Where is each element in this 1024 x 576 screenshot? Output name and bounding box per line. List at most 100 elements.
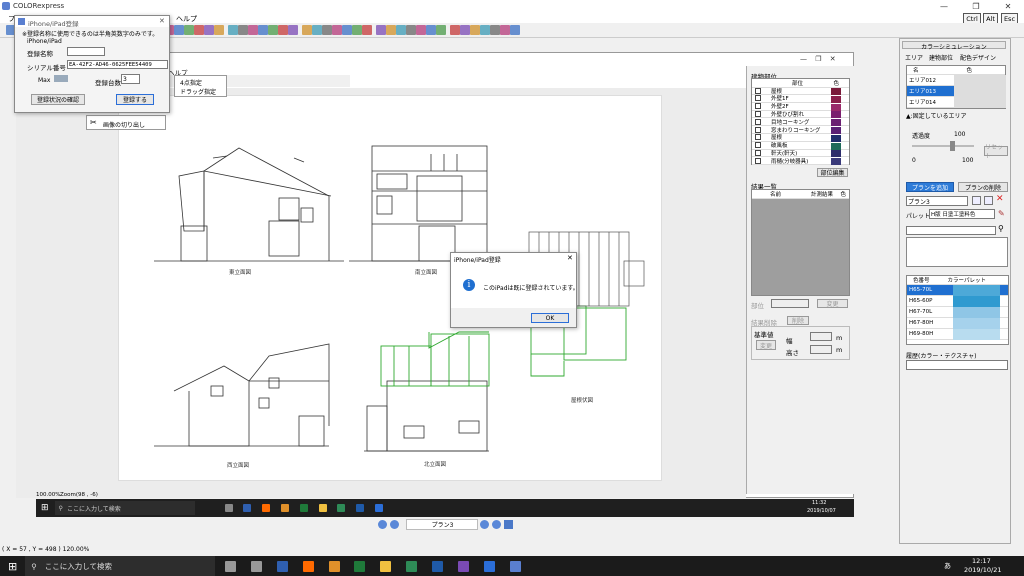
toolbar-tool-icon[interactable] xyxy=(238,25,248,35)
toolbar-tool-icon[interactable] xyxy=(268,25,278,35)
edit-parts-button[interactable]: 部位編集 xyxy=(817,168,848,177)
nav-prev-icon[interactable] xyxy=(390,520,399,529)
toolbar-tool-icon[interactable] xyxy=(460,25,470,35)
change-button[interactable]: 変更 xyxy=(817,299,848,308)
taskbar-search-box[interactable]: ⚲ ここに入力して検索 xyxy=(25,556,216,576)
tab-parts[interactable]: 建物部位 xyxy=(929,53,953,62)
toolbar-tool-icon[interactable] xyxy=(436,25,446,35)
parts-list-item[interactable]: 窓まわりコーキング xyxy=(752,126,849,134)
tab-design[interactable]: 配色デザイン xyxy=(960,53,996,62)
nav-first-icon[interactable] xyxy=(378,520,387,529)
ok-button[interactable]: OK xyxy=(531,313,569,323)
parts-list-item[interactable]: 屋根 xyxy=(752,87,849,95)
taskbar-app-icon[interactable] xyxy=(302,560,314,572)
delete-plan-button[interactable]: プランの削除 xyxy=(958,182,1008,192)
area-list-item[interactable]: エリア012 xyxy=(907,75,1006,86)
toolbar-tool-icon[interactable] xyxy=(500,25,510,35)
toolbar-tool-icon[interactable] xyxy=(322,25,332,35)
toolbar-tool-icon[interactable] xyxy=(214,25,224,35)
toolbar-tool-icon[interactable] xyxy=(258,25,268,35)
ime-indicator[interactable]: あ xyxy=(944,561,951,571)
taskbar-app-icon[interactable] xyxy=(224,504,233,512)
maximize-button[interactable]: ❐ xyxy=(962,0,990,12)
taskbar-app-icon[interactable] xyxy=(318,504,327,512)
toolbar-tool-icon[interactable] xyxy=(396,25,406,35)
taskbar-app-icon[interactable] xyxy=(356,504,365,512)
menu-item-4point[interactable]: 4点指定 xyxy=(180,78,202,87)
reset-button[interactable]: リセット xyxy=(984,144,1008,160)
taskbar-app-icon[interactable] xyxy=(328,560,340,572)
toolbar-tool-icon[interactable] xyxy=(450,25,460,35)
width-input[interactable] xyxy=(810,332,832,341)
register-button[interactable]: 登録する xyxy=(116,94,154,105)
plan-name-field[interactable]: プラン3 xyxy=(406,519,478,530)
inner-search-box[interactable]: ⚲ ここに入力して検索 xyxy=(54,501,195,515)
windows-start-icon[interactable]: ⊞ xyxy=(8,560,17,573)
part-checkbox[interactable] xyxy=(755,134,761,141)
toolbar-tool-icon[interactable] xyxy=(228,25,238,35)
part-checkbox[interactable] xyxy=(755,118,761,125)
parts-list-item[interactable]: 屋根 xyxy=(752,134,849,142)
inner-windows-icon[interactable]: ⊞ xyxy=(41,503,49,513)
parts-list-item[interactable]: 雨樋(分岐器具) xyxy=(752,157,849,166)
plan-select[interactable]: プラン3 xyxy=(906,196,968,206)
menu-item-crop[interactable]: 画像の切り出し xyxy=(103,120,145,129)
minimize-button[interactable]: — xyxy=(930,0,958,12)
delete-plan-icon[interactable]: ✕ xyxy=(996,194,1004,204)
save-plan-icon[interactable] xyxy=(984,196,993,205)
color-list-item[interactable]: H65-70L xyxy=(907,285,1008,296)
toolbar-tool-icon[interactable] xyxy=(174,25,184,35)
toolbar-tool-icon[interactable] xyxy=(342,25,352,35)
toolbar-tool-icon[interactable] xyxy=(302,25,312,35)
dialog-close-icon[interactable]: ✕ xyxy=(159,17,165,25)
nav-image-icon[interactable] xyxy=(504,520,513,529)
copy-plan-icon[interactable] xyxy=(972,196,981,205)
toolbar-tool-icon[interactable] xyxy=(194,25,204,35)
taskbar-app-icon[interactable] xyxy=(299,504,308,512)
history-select[interactable] xyxy=(906,360,1008,370)
taskbar-app-icon[interactable] xyxy=(280,504,289,512)
part-checkbox[interactable] xyxy=(755,110,761,117)
part-checkbox[interactable] xyxy=(755,149,761,156)
height-input[interactable] xyxy=(810,345,832,354)
color-list-item[interactable]: H67-80H xyxy=(907,318,1008,329)
part-checkbox[interactable] xyxy=(755,87,761,94)
taskbar-app-icon[interactable] xyxy=(380,560,392,572)
check-status-button[interactable]: 登録状況の確認 xyxy=(31,94,85,105)
toolbar-tool-icon[interactable] xyxy=(480,25,490,35)
taskbar-app-icon[interactable] xyxy=(483,560,495,572)
toolbar-tool-icon[interactable] xyxy=(470,25,480,35)
area-list-item[interactable]: エリア013 xyxy=(907,86,1006,97)
serial-input[interactable]: EA-42F2-AD46-0625FEE54409 xyxy=(67,60,168,69)
base-change-button[interactable]: 変更 xyxy=(756,340,776,350)
parts-list-item[interactable]: 外壁1F xyxy=(752,95,849,103)
drawing-canvas[interactable]: 東立面図 南立面図 西立面図 北立面図 屋根伏図 xyxy=(118,95,662,481)
taskbar-app-icon[interactable] xyxy=(243,504,252,512)
nav-last-icon[interactable] xyxy=(492,520,501,529)
toolbar-tool-icon[interactable] xyxy=(510,25,520,35)
toolbar-tool-icon[interactable] xyxy=(184,25,194,35)
color-search-input[interactable] xyxy=(906,226,996,235)
color-list-item[interactable]: H69-80H xyxy=(907,329,1008,340)
part-checkbox[interactable] xyxy=(755,157,761,164)
taskbar-app-icon[interactable] xyxy=(225,560,237,572)
delete-button[interactable]: 削除 xyxy=(787,316,809,325)
eyedropper-icon[interactable]: ✎ xyxy=(998,209,1005,218)
menu-item-drag[interactable]: ドラッグ指定 xyxy=(180,87,216,96)
toolbar-tool-icon[interactable] xyxy=(288,25,298,35)
toolbar-tool-icon[interactable] xyxy=(386,25,396,35)
color-list-item[interactable]: H65-60P xyxy=(907,296,1008,307)
area-list-item[interactable]: エリア014 xyxy=(907,97,1006,108)
part-checkbox[interactable] xyxy=(755,95,761,102)
toolbar-tool-icon[interactable] xyxy=(278,25,288,35)
taskbar-app-icon[interactable] xyxy=(431,560,443,572)
nav-next-icon[interactable] xyxy=(480,520,489,529)
toolbar-tool-icon[interactable] xyxy=(416,25,426,35)
part-select[interactable] xyxy=(771,299,809,308)
taskbar-app-icon[interactable] xyxy=(374,504,383,512)
message-close-icon[interactable]: ✕ xyxy=(567,254,573,262)
part-checkbox[interactable] xyxy=(755,142,761,149)
part-checkbox[interactable] xyxy=(755,126,761,133)
toolbar-tool-icon[interactable] xyxy=(248,25,258,35)
toolbar-tool-icon[interactable] xyxy=(426,25,436,35)
